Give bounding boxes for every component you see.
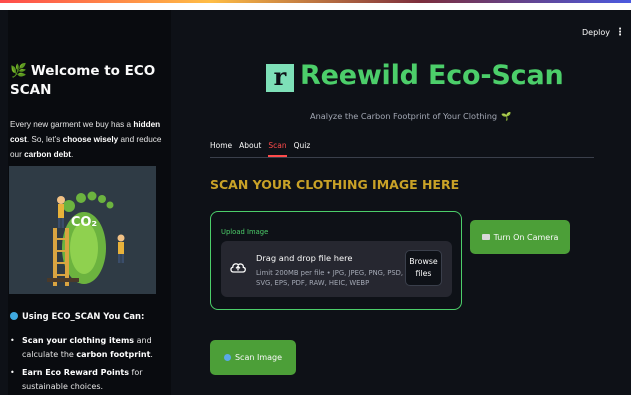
sidebar-title-text: Welcome to ECO SCAN xyxy=(10,63,156,98)
sidebar-illustration: CO₂ xyxy=(9,166,156,294)
sidebar-subheading: Using ECO_SCAN You Can: xyxy=(10,311,144,321)
upload-label: Upload Image xyxy=(221,228,269,236)
camera-button-label: Turn On Camera xyxy=(493,232,559,242)
dropzone-title: Drag and drop file here xyxy=(256,253,353,263)
turn-on-camera-button[interactable]: Turn On Camera xyxy=(470,220,570,254)
scan-button-label: Scan Image xyxy=(234,353,283,362)
scan-heading: SCAN YOUR CLOTHING IMAGE HERE xyxy=(210,177,460,192)
bullet-bold: Earn Eco Reward Points xyxy=(22,368,129,377)
list-item: Scan your clothing items and calculate t… xyxy=(10,334,162,362)
dropzone-limit-text: Limit 200MB per file • JPG, JPEG, PNG, P… xyxy=(256,269,404,287)
co2-badge: CO₂ xyxy=(71,215,97,230)
camera-icon xyxy=(481,234,490,240)
browse-files-button[interactable]: Browse files xyxy=(405,250,442,286)
intro-text-2: . So, let’s xyxy=(26,135,63,144)
tagline-text: Analyze the Carbon Footprint of Your Clo… xyxy=(310,111,498,121)
page-title: Reewild Eco-Scan xyxy=(300,60,564,91)
sidebar-title: 🌿 Welcome to ECO SCAN xyxy=(10,62,160,100)
carbon-footprint-illustration: CO₂ xyxy=(9,166,156,294)
tab-scan[interactable]: Scan xyxy=(268,141,287,157)
browse-label-1: Browse xyxy=(409,257,438,266)
intro-bold-3: carbon debt xyxy=(24,150,71,159)
intro-text-4: . xyxy=(70,150,74,159)
main-menu-icon[interactable]: ⋮ xyxy=(615,27,625,38)
sidebar-feature-list: Scan your clothing items and calculate t… xyxy=(10,334,162,395)
globe-icon xyxy=(10,312,18,320)
sidebar-subheading-text: Using ECO_SCAN You Can: xyxy=(22,311,145,321)
tab-divider xyxy=(210,157,594,158)
app-logo: r xyxy=(266,64,294,92)
scan-icon xyxy=(223,354,231,361)
intro-bold-2: choose wisely xyxy=(62,135,119,144)
scan-image-button[interactable]: Scan Image xyxy=(210,340,296,375)
leaf-icon: 🌿 xyxy=(10,63,27,79)
sprout-icon: 🌱 xyxy=(501,111,512,121)
cloud-upload-icon xyxy=(230,263,246,273)
page-tagline: Analyze the Carbon Footprint of Your Clo… xyxy=(310,111,511,122)
list-item: Earn Eco Reward Points for sustainable c… xyxy=(10,366,162,394)
bullet-bold: Scan your clothing items xyxy=(22,336,135,345)
intro-text-1: Every new garment we buy has a xyxy=(10,120,134,129)
sidebar-intro: Every new garment we buy has a hidden co… xyxy=(10,117,162,162)
top-bar xyxy=(0,3,631,10)
deploy-button[interactable]: Deploy xyxy=(582,28,610,37)
browse-label-2: files xyxy=(415,269,432,278)
bullet-bold-2: carbon footprint xyxy=(76,350,151,359)
bullet-end: . xyxy=(150,350,153,359)
